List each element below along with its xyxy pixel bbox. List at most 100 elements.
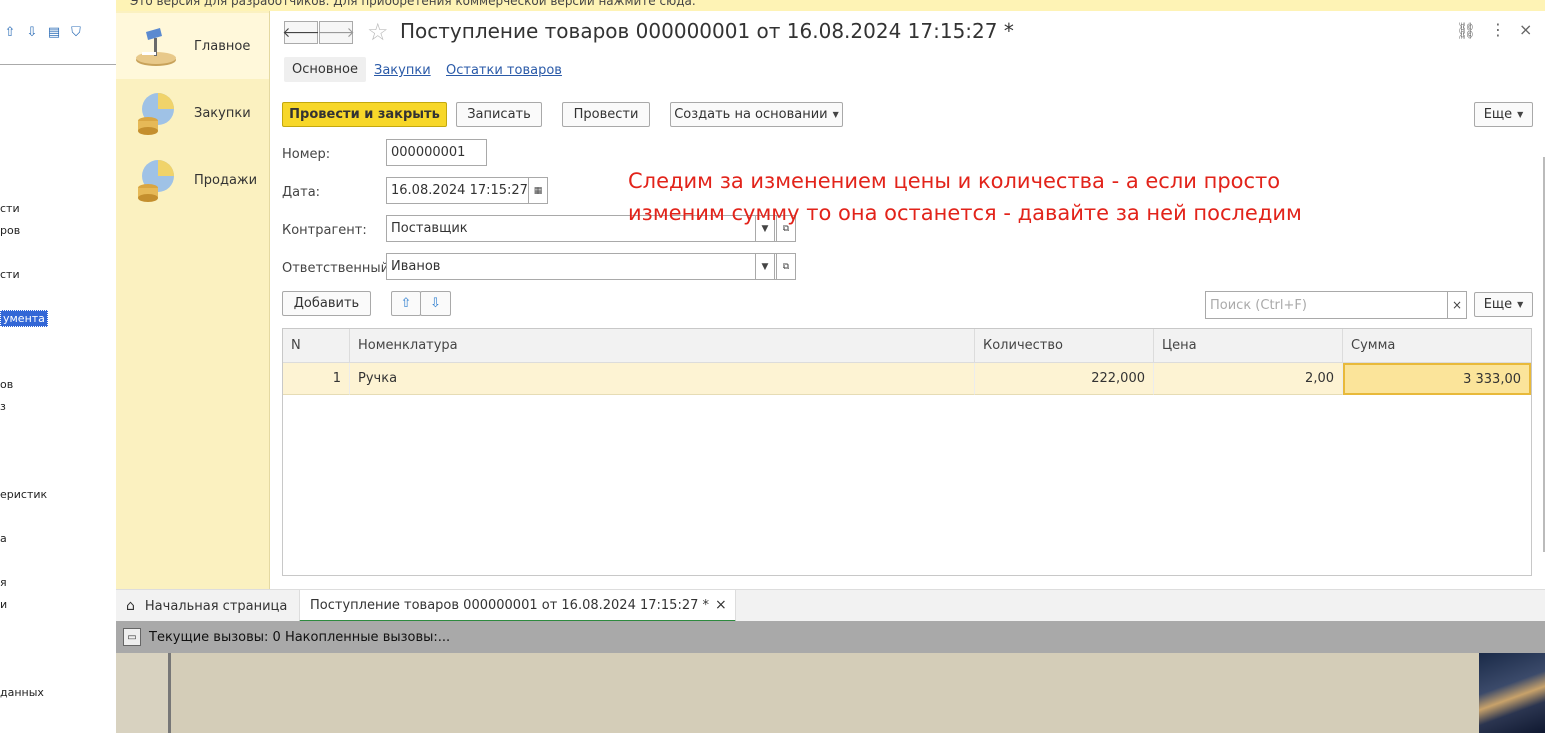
favorite-star-icon[interactable]: ☆ xyxy=(367,18,389,46)
tab-home-page[interactable]: ⌂ Начальная страница xyxy=(116,590,297,622)
banner-text: Это версия для разработчиков. Для приобр… xyxy=(130,0,696,8)
search-input[interactable]: Поиск (Ctrl+F) × xyxy=(1205,291,1467,319)
sections-panel: Главное Закупки Продажи xyxy=(116,11,270,589)
forward-button[interactable]: 🡒 xyxy=(317,21,355,44)
move-down-button[interactable]: ⇩ xyxy=(420,291,451,316)
coins-chart-icon xyxy=(138,160,174,202)
tree-item[interactable]: з xyxy=(0,400,6,413)
tab-main[interactable]: Основное xyxy=(284,57,366,82)
cell-sum[interactable]: 3 333,00 xyxy=(1343,363,1531,395)
wallpaper-thumbnail xyxy=(1479,653,1545,733)
cell-n[interactable]: 1 xyxy=(283,363,350,395)
background-configurator-panel: ⇧ ⇩ ▤ ⛉ сти ров сти умента ов з еристик … xyxy=(0,0,116,733)
date-field[interactable]: 16.08.2024 17:15:27 ▦ xyxy=(386,177,548,204)
annotation-line: изменим сумму то она останется - давайте… xyxy=(628,201,1302,225)
add-row-button[interactable]: Добавить xyxy=(282,291,371,316)
home-icon: ⌂ xyxy=(126,598,135,614)
close-icon[interactable]: × xyxy=(1519,20,1532,39)
coins-chart-icon xyxy=(138,93,174,135)
annotation-text: Следим за изменением цены и количества -… xyxy=(628,165,1388,229)
background-editor-canvas xyxy=(168,653,1481,733)
number-field[interactable]: 000000001 xyxy=(386,139,487,166)
document-window: Главное Закупки Продажи 🡐 🡒 ☆ Поступлени… xyxy=(116,11,1545,653)
clear-search-icon[interactable]: × xyxy=(1447,291,1467,319)
dropdown-icon[interactable]: ▼ xyxy=(755,253,775,280)
desk-lamp-icon xyxy=(136,28,176,66)
column-header-quantity[interactable]: Количество xyxy=(975,329,1154,363)
calendar-icon[interactable]: ▦ xyxy=(528,177,548,204)
search-placeholder: Поиск (Ctrl+F) xyxy=(1210,297,1307,313)
arrow-left-icon: 🡐 xyxy=(282,25,320,41)
tree-item[interactable]: сти xyxy=(0,268,20,281)
arrow-right-icon: 🡒 xyxy=(317,25,355,41)
status-text: Текущие вызовы: 0 Накопленные вызовы:... xyxy=(149,629,451,645)
section-label: Закупки xyxy=(194,105,251,121)
section-purchases[interactable]: Закупки xyxy=(116,80,269,146)
responsible-label: Ответственный: xyxy=(282,261,394,276)
date-value: 16.08.2024 17:15:27 xyxy=(391,183,528,198)
tab-label: Поступление товаров 000000001 от 16.08.2… xyxy=(310,597,709,613)
open-icon[interactable]: ⧉ xyxy=(776,253,796,280)
arrow-down-icon[interactable]: ⇩ xyxy=(24,24,40,40)
open-windows-bar: ⌂ Начальная страница Поступление товаров… xyxy=(116,589,1545,622)
cell-quantity[interactable]: 222,000 xyxy=(975,363,1154,395)
status-bar: ▭ Текущие вызовы: 0 Накопленные вызовы:.… xyxy=(116,621,1545,653)
tree-item[interactable]: сти xyxy=(0,202,20,215)
tree-item[interactable]: ов xyxy=(0,378,13,391)
number-label: Номер: xyxy=(282,147,331,162)
create-based-on-label: Создать на основании xyxy=(674,107,828,122)
post-button[interactable]: Провести xyxy=(562,102,650,127)
page-title: Поступление товаров 000000001 от 16.08.2… xyxy=(400,19,1014,43)
list-icon[interactable]: ▤ xyxy=(46,24,62,40)
chevron-down-icon: ▼ xyxy=(832,110,839,119)
column-header-item[interactable]: Номенклатура xyxy=(350,329,975,363)
goods-table: N Номенклатура Количество Цена Сумма 1 Р… xyxy=(282,328,1532,576)
chevron-down-icon: ▼ xyxy=(1517,300,1524,309)
monitor-icon[interactable]: ▭ xyxy=(123,628,141,646)
tree-item[interactable]: я xyxy=(0,576,7,589)
background-editor-area xyxy=(116,653,1545,733)
more-label: Еще xyxy=(1483,297,1513,312)
tree-item[interactable]: данных xyxy=(0,686,44,699)
tree-item[interactable]: а xyxy=(0,532,7,545)
section-label: Главное xyxy=(194,38,251,54)
section-main[interactable]: Главное xyxy=(116,13,269,79)
arrow-down-icon: ⇩ xyxy=(430,296,441,311)
filter-icon[interactable]: ⛉ xyxy=(68,24,84,40)
arrow-up-icon: ⇧ xyxy=(400,296,412,311)
annotation-line: Следим за изменением цены и количества -… xyxy=(628,169,1281,193)
more-button[interactable]: Еще ▼ xyxy=(1474,102,1533,127)
link-icon[interactable]: ⛓ xyxy=(1456,21,1476,40)
more-vertical-icon[interactable]: ⋮ xyxy=(1490,20,1506,39)
create-based-on-button[interactable]: Создать на основании ▼ xyxy=(670,102,843,127)
tree-item[interactable]: еристик xyxy=(0,488,47,501)
column-header-sum[interactable]: Сумма xyxy=(1343,329,1531,363)
tree-item[interactable]: и xyxy=(0,598,7,611)
table-more-button[interactable]: Еще ▼ xyxy=(1474,292,1533,317)
section-sales[interactable]: Продажи xyxy=(116,147,269,213)
responsible-field[interactable]: Иванов ▼ ⧉ xyxy=(386,253,796,280)
tab-purchases[interactable]: Закупки xyxy=(374,63,431,78)
tab-goods-receipt[interactable]: Поступление товаров 000000001 от 16.08.2… xyxy=(299,590,736,622)
tab-label: Начальная страница xyxy=(144,598,288,614)
tab-stock-balances[interactable]: Остатки товаров xyxy=(446,63,562,78)
post-and-close-button[interactable]: Провести и закрыть xyxy=(282,102,447,127)
column-header-price[interactable]: Цена xyxy=(1154,329,1343,363)
cell-item[interactable]: Ручка xyxy=(350,363,975,395)
tree-item[interactable]: ров xyxy=(0,224,20,237)
back-button[interactable]: 🡐 xyxy=(282,21,320,44)
section-label: Продажи xyxy=(194,172,258,188)
responsible-value: Иванов xyxy=(391,259,441,274)
move-up-button[interactable]: ⇧ xyxy=(391,291,421,316)
divider xyxy=(0,64,116,65)
arrow-up-icon[interactable]: ⇧ xyxy=(2,24,18,40)
cell-price[interactable]: 2,00 xyxy=(1154,363,1343,395)
close-tab-icon[interactable]: × xyxy=(715,597,727,613)
column-header-n[interactable]: N xyxy=(283,329,350,363)
chevron-down-icon: ▼ xyxy=(1517,110,1524,119)
tree-item-selected[interactable]: умента xyxy=(0,310,48,327)
contractor-label: Контрагент: xyxy=(282,223,367,238)
write-button[interactable]: Записать xyxy=(456,102,542,127)
contractor-value: Поставщик xyxy=(391,221,468,236)
date-label: Дата: xyxy=(282,185,321,200)
